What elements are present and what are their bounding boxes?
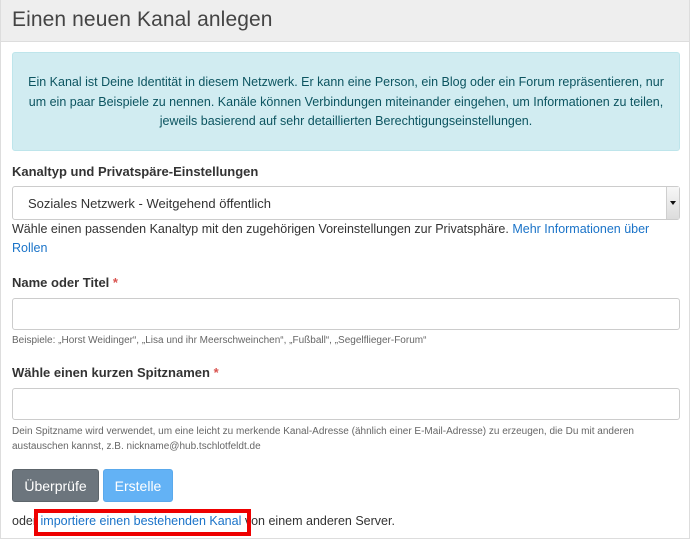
channel-type-label: Kanaltyp und Privatspäre-Einstellungen xyxy=(12,164,259,179)
check-button[interactable]: Überprüfe xyxy=(12,469,99,502)
import-suffix: von einem anderen Server. xyxy=(244,514,395,528)
nickname-input[interactable] xyxy=(12,388,680,420)
name-input[interactable] xyxy=(12,298,680,330)
nick-hint: Dein Spitzname wird verwendet, um eine l… xyxy=(12,426,634,452)
channel-type-select[interactable]: Soziales Netzwerk - Weitgehend öffentlic… xyxy=(12,186,680,220)
panel-header: Einen neuen Kanal anlegen xyxy=(1,0,689,42)
channel-type-selected-value: Soziales Netzwerk - Weitgehend öffentlic… xyxy=(28,196,272,211)
name-label-text: Name oder Titel xyxy=(12,275,110,290)
import-prefix: oder xyxy=(12,514,38,528)
required-marker: * xyxy=(213,365,219,380)
import-channel-link[interactable]: importiere einen bestehenden Kanal xyxy=(41,514,242,528)
channel-type-help: Wähle einen passenden Kanaltyp mit den z… xyxy=(12,220,680,258)
nick-label-text: Wähle einen kurzen Spitznamen xyxy=(12,365,210,380)
import-line: oder importiere einen bestehenden Kanal … xyxy=(12,514,395,528)
required-marker: * xyxy=(112,275,118,290)
channel-type-help-text: Wähle einen passenden Kanaltyp mit den z… xyxy=(12,222,509,236)
page-title: Einen neuen Kanal anlegen xyxy=(12,8,273,31)
nick-label: Wähle einen kurzen Spitznamen * xyxy=(12,365,219,380)
info-alert: Ein Kanal ist Deine Identität in diesem … xyxy=(12,52,680,151)
name-label: Name oder Titel * xyxy=(12,275,118,290)
select-dropdown-button[interactable] xyxy=(666,187,679,219)
create-button[interactable]: Erstelle xyxy=(103,469,173,502)
name-hint: Beispiele: „Horst Weidinger“, „Lisa und … xyxy=(12,335,427,346)
new-channel-panel: Einen neuen Kanal anlegen Ein Kanal ist … xyxy=(0,0,690,539)
chevron-down-icon xyxy=(670,201,676,205)
